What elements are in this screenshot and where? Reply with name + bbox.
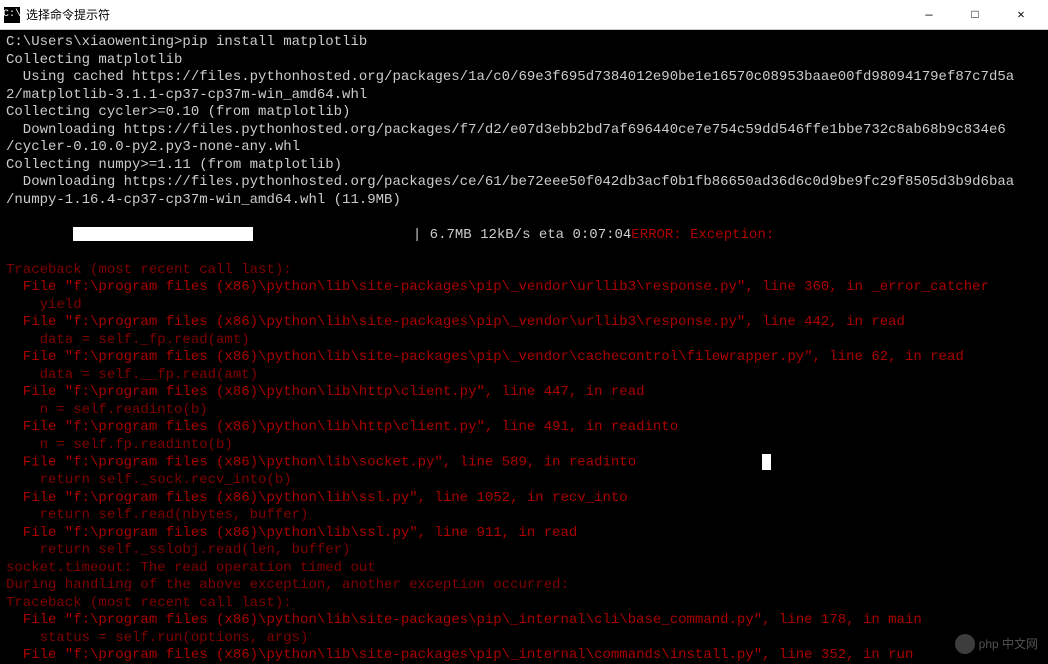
close-button[interactable]: ✕	[998, 0, 1044, 30]
traceback-line: File "f:\program files (x86)\python\lib\…	[6, 384, 1042, 402]
terminal-line: Collecting numpy>=1.11 (from matplotlib)	[6, 157, 1042, 175]
watermark: php 中文网	[955, 634, 1038, 654]
terminal-line: /numpy-1.16.4-cp37-cp37m-win_amd64.whl (…	[6, 192, 1042, 210]
watermark-icon	[955, 634, 975, 654]
traceback-line: data = self.__fp.read(amt)	[6, 367, 1042, 385]
window-title: 选择命令提示符	[26, 6, 906, 23]
traceback-line: File "f:\program files (x86)\python\lib\…	[6, 525, 1042, 543]
terminal-line: Downloading https://files.pythonhosted.o…	[6, 122, 1042, 140]
progress-line: | 6.7MB 12kB/s eta 0:07:04ERROR: Excepti…	[6, 209, 1042, 262]
traceback-line: File "f:\program files (x86)\python\lib\…	[6, 349, 1042, 367]
terminal-line: Downloading https://files.pythonhosted.o…	[6, 174, 1042, 192]
traceback-line: Traceback (most recent call last):	[6, 262, 1042, 280]
terminal-cursor	[762, 454, 771, 470]
traceback-line: File "f:\program files (x86)\python\lib\…	[6, 279, 1042, 297]
terminal-line: Collecting matplotlib	[6, 52, 1042, 70]
terminal-line: C:\Users\xiaowenting>pip install matplot…	[6, 34, 1042, 52]
traceback-line: File "f:\program files (x86)\python\lib\…	[6, 419, 1042, 437]
terminal-line: Collecting cycler>=0.10 (from matplotlib…	[6, 104, 1042, 122]
traceback-line: File "f:\program files (x86)\python\lib\…	[6, 314, 1042, 332]
terminal-output[interactable]: C:\Users\xiaowenting>pip install matplot…	[0, 30, 1048, 664]
window-controls: — □ ✕	[906, 0, 1044, 30]
terminal-line: /cycler-0.10.0-py2.py3-none-any.whl	[6, 139, 1042, 157]
traceback-line: File "f:\program files (x86)\python\lib\…	[6, 647, 1042, 664]
traceback-line: return self._sock.recv_into(b)	[6, 472, 1042, 490]
maximize-button[interactable]: □	[952, 0, 998, 30]
watermark-text: php 中文网	[979, 637, 1038, 652]
traceback-line: Traceback (most recent call last):	[6, 595, 1042, 613]
traceback-line: File "f:\program files (x86)\python\lib\…	[6, 454, 1042, 472]
traceback-line: yield	[6, 297, 1042, 315]
traceback-line: n = self.fp.readinto(b)	[6, 437, 1042, 455]
cmd-icon: C:\	[4, 7, 20, 23]
progress-error: ERROR: Exception:	[631, 227, 774, 243]
traceback-line: return self.read(nbytes, buffer)	[6, 507, 1042, 525]
traceback-line: File "f:\program files (x86)\python\lib\…	[6, 490, 1042, 508]
traceback-line: data = self._fp.read(amt)	[6, 332, 1042, 350]
progress-text: | 6.7MB 12kB/s eta 0:07:04	[413, 227, 631, 243]
traceback-line: n = self.readinto(b)	[6, 402, 1042, 420]
minimize-button[interactable]: —	[906, 0, 952, 30]
traceback-line: During handling of the above exception, …	[6, 577, 1042, 595]
terminal-line: 2/matplotlib-3.1.1-cp37-cp37m-win_amd64.…	[6, 87, 1042, 105]
traceback-line: status = self.run(options, args)	[6, 630, 1042, 648]
window-titlebar: C:\ 选择命令提示符 — □ ✕	[0, 0, 1048, 30]
traceback-line: socket.timeout: The read operation timed…	[6, 560, 1042, 578]
terminal-line: Using cached https://files.pythonhosted.…	[6, 69, 1042, 87]
traceback-line: File "f:\program files (x86)\python\lib\…	[6, 612, 1042, 630]
traceback-line: return self._sslobj.read(len, buffer)	[6, 542, 1042, 560]
